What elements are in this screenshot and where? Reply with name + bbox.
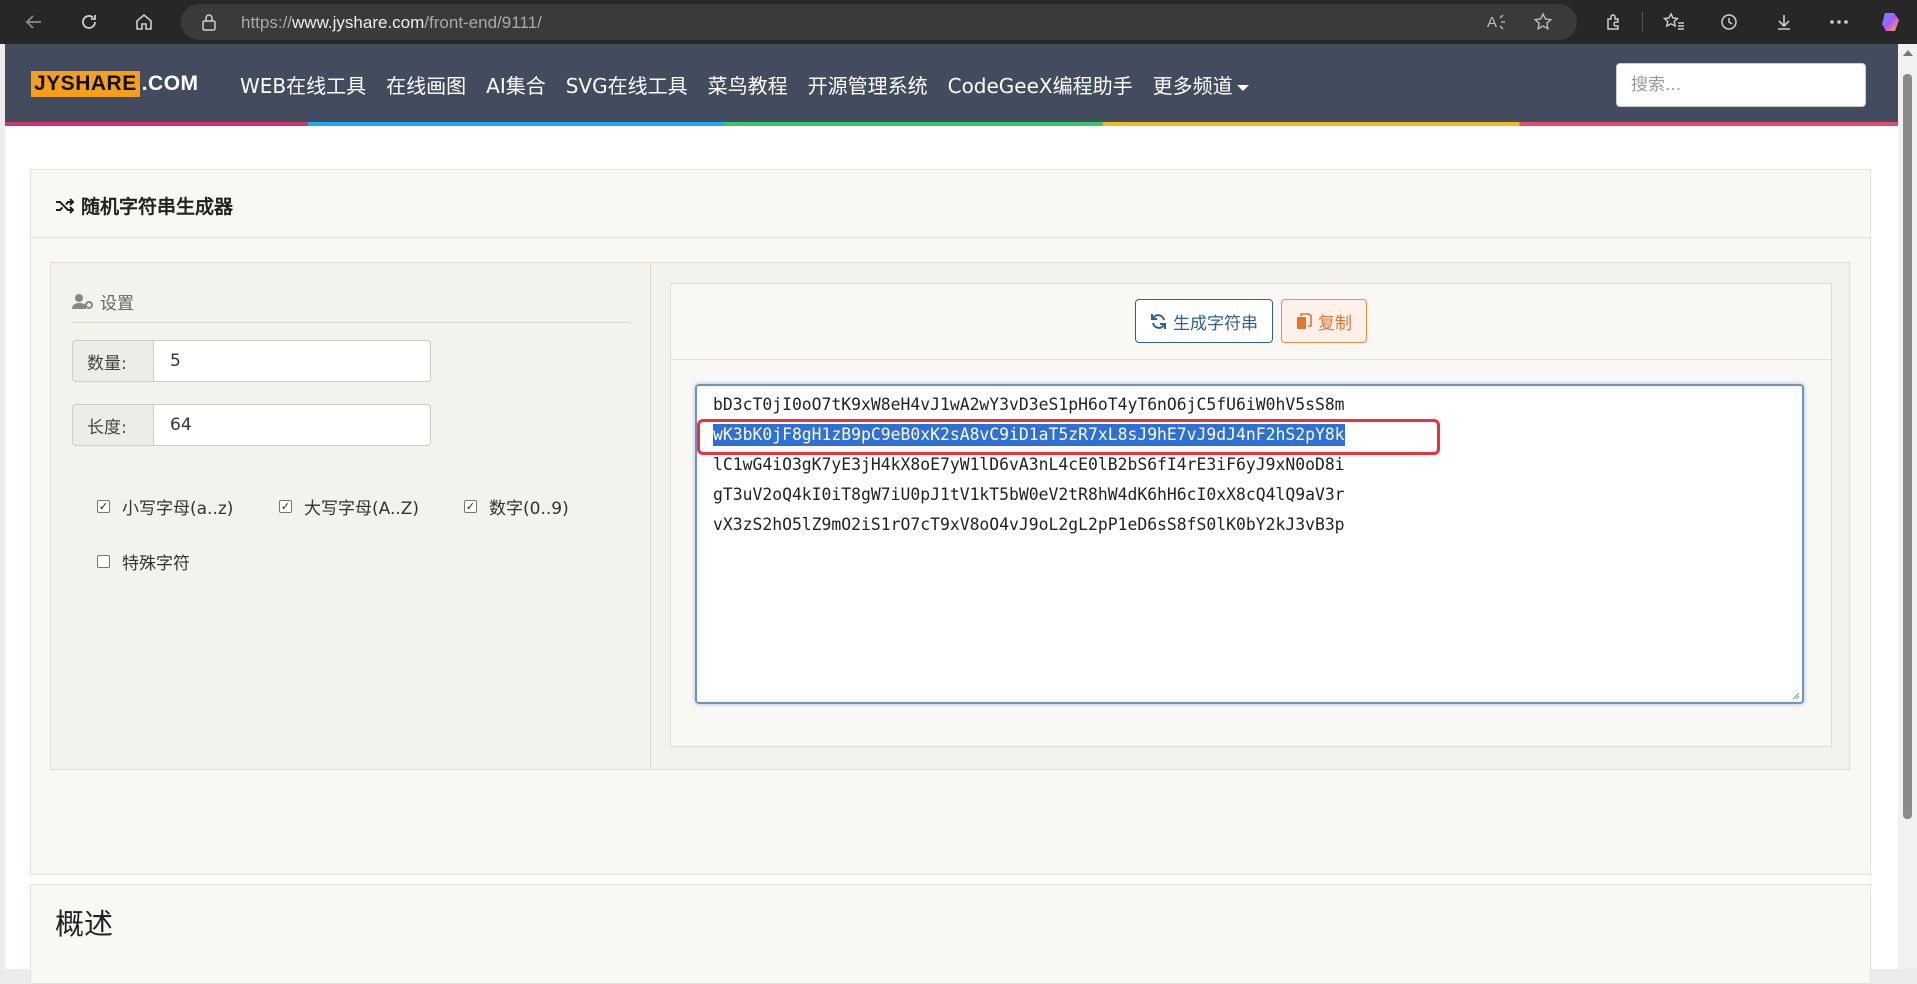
- address-bar[interactable]: https://www.jyshare.com/front-end/9111/ …: [181, 4, 1577, 40]
- favorites-icon[interactable]: [1658, 6, 1690, 38]
- toolbar-divider: [1642, 12, 1643, 32]
- tool-card: 随机字符串生成器 设置 数量: 5 长度: 64 ✓ 小写字母(a..z) ✓: [30, 169, 1871, 875]
- home-icon[interactable]: [128, 6, 160, 38]
- lock-icon[interactable]: [201, 13, 217, 36]
- tool-card-header: 随机字符串生成器: [31, 170, 1870, 238]
- option-lowercase[interactable]: ✓ 小写字母(a..z): [97, 494, 233, 519]
- nav-web-tools[interactable]: WEB在线工具: [240, 70, 366, 99]
- digits-checkbox[interactable]: ✓: [464, 500, 477, 513]
- read-aloud-icon[interactable]: A: [1487, 12, 1509, 38]
- copy-icon: [1297, 312, 1312, 329]
- nav-runoob[interactable]: 菜鸟教程: [708, 70, 788, 99]
- option-digits[interactable]: ✓ 数字(0..9): [464, 494, 569, 519]
- overview-card: 概述: [30, 884, 1871, 984]
- nav-open-source[interactable]: 开源管理系统: [808, 70, 928, 99]
- url-text: https://www.jyshare.com/front-end/9111/: [241, 13, 542, 32]
- output-line: lC1wG4iO3gK7yE3jH4kX8oE7yW1lD6vA3nL4cE0l…: [713, 455, 1345, 474]
- reload-icon[interactable]: [73, 6, 105, 38]
- output-line: vX3zS2hO5lZ9mO2iS1rO7cT9xV8oO4vJ9oL2gL2p…: [713, 515, 1345, 534]
- copilot-icon[interactable]: [1876, 6, 1908, 38]
- settings-legend: 设置: [72, 289, 631, 323]
- count-input[interactable]: 5: [153, 340, 431, 382]
- back-icon[interactable]: [18, 6, 50, 38]
- user-cog-icon: [72, 294, 93, 309]
- page-scrollbar[interactable]: [1898, 44, 1917, 969]
- output-actions: 生成字符串 复制: [671, 284, 1831, 360]
- selection-highlight-box: [697, 419, 1440, 455]
- count-label: 数量:: [72, 340, 153, 382]
- site-search-input[interactable]: [1616, 63, 1866, 107]
- uppercase-checkbox[interactable]: ✓: [279, 500, 292, 513]
- count-input-group: 数量: 5: [72, 340, 431, 382]
- favorite-star-icon[interactable]: [1533, 12, 1553, 38]
- scroll-thumb[interactable]: [1903, 74, 1912, 819]
- special-checkbox[interactable]: [97, 555, 110, 568]
- extensions-icon[interactable]: [1598, 6, 1630, 38]
- tool-body: 设置 数量: 5 长度: 64 ✓ 小写字母(a..z) ✓ 大写字母(A..Z…: [50, 262, 1850, 770]
- settings-panel: 设置 数量: 5 长度: 64 ✓ 小写字母(a..z) ✓ 大写字母(A..Z…: [51, 263, 651, 769]
- overview-title: 概述: [55, 907, 114, 941]
- tool-title: 随机字符串生成器: [55, 192, 233, 219]
- site-logo[interactable]: JYSHARE .COM: [31, 71, 199, 97]
- more-menu-icon[interactable]: [1823, 6, 1855, 38]
- site-nav: WEB在线工具 在线画图 AI集合 SVG在线工具 菜鸟教程 开源管理系统 Co…: [240, 70, 1269, 99]
- nav-online-draw[interactable]: 在线画图: [386, 70, 466, 99]
- generate-button[interactable]: 生成字符串: [1135, 299, 1273, 343]
- svg-text:A: A: [1487, 14, 1497, 31]
- resize-handle-icon[interactable]: [1790, 690, 1800, 700]
- refresh-icon: [1151, 313, 1166, 329]
- option-special[interactable]: 特殊字符: [97, 549, 190, 574]
- output-line: bD3cT0jI0oO7tK9xW8eH4vJ1wA2wY3vD3eS1pH6o…: [713, 395, 1345, 414]
- nav-codegeex[interactable]: CodeGeeX编程助手: [948, 70, 1133, 99]
- caret-down-icon: [1236, 84, 1249, 91]
- shuffle-icon: [56, 197, 75, 214]
- history-icon[interactable]: [1713, 6, 1745, 38]
- length-label: 长度:: [72, 404, 153, 446]
- scroll-up-icon[interactable]: [1903, 50, 1913, 56]
- nav-svg-tools[interactable]: SVG在线工具: [566, 70, 688, 99]
- length-input-group: 长度: 64: [72, 404, 431, 446]
- nav-more-channels[interactable]: 更多频道: [1153, 70, 1249, 99]
- nav-ai[interactable]: AI集合: [486, 70, 546, 99]
- downloads-icon[interactable]: [1768, 6, 1800, 38]
- output-panel: 生成字符串 复制 bD3cT0jI0oO7tK9xW8eH4vJ1wA2wY3v…: [670, 283, 1832, 747]
- browser-toolbar: https://www.jyshare.com/front-end/9111/ …: [0, 0, 1917, 44]
- option-uppercase[interactable]: ✓ 大写字母(A..Z): [279, 494, 419, 519]
- copy-button[interactable]: 复制: [1281, 299, 1367, 343]
- lowercase-checkbox[interactable]: ✓: [97, 500, 110, 513]
- length-input[interactable]: 64: [153, 404, 431, 446]
- output-line: gT3uV2oQ4kI0iT8gW7iU0pJ1tV1kT5bW0eV2tR8h…: [713, 485, 1345, 504]
